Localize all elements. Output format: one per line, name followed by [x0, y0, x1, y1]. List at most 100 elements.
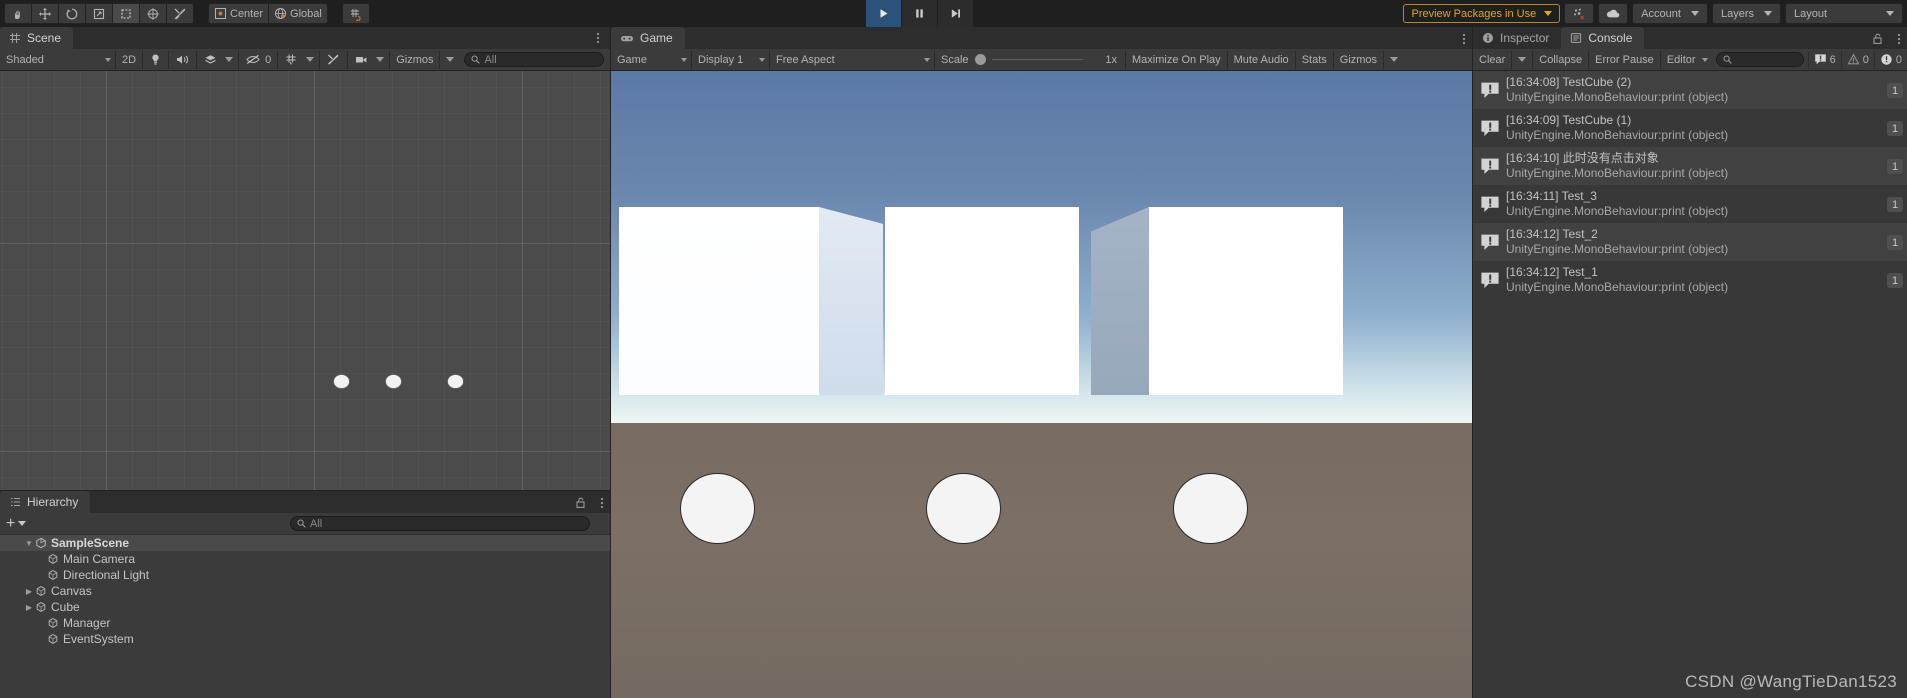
- hierarchy-panel-menu[interactable]: [600, 496, 604, 513]
- pivot-mode-button[interactable]: Center: [208, 3, 270, 24]
- hierarchy-add-button[interactable]: +: [6, 515, 27, 532]
- scene-gizmos-dropdown[interactable]: [439, 50, 460, 69]
- scene-tool-settings-button[interactable]: [319, 50, 347, 69]
- splitter-game-console[interactable]: [1472, 27, 1473, 698]
- console-clear-button[interactable]: Clear: [1473, 51, 1511, 69]
- grid-snapping-button[interactable]: [341, 3, 370, 24]
- game-stats-toggle[interactable]: Stats: [1294, 50, 1333, 69]
- scene-camera-button[interactable]: [347, 50, 371, 69]
- hand-tool-button[interactable]: [4, 3, 32, 24]
- game-aspect-dropdown[interactable]: Free Aspect: [769, 50, 934, 69]
- game-display-dropdown[interactable]: Display 1: [691, 50, 769, 69]
- game-gizmos-toggle[interactable]: Gizmos: [1332, 50, 1383, 69]
- game-circle-button-2[interactable]: [926, 473, 1001, 544]
- scene-object-dot-1[interactable]: [334, 375, 349, 388]
- hierarchy-item-eventsystem[interactable]: EventSystem: [0, 631, 610, 647]
- hierarchy-item-canvas[interactable]: ▶ Canvas: [0, 583, 610, 599]
- chevron-right-icon[interactable]: ▶: [23, 587, 35, 596]
- step-button[interactable]: [938, 0, 974, 27]
- splitter-scene-hierarchy[interactable]: [0, 490, 610, 491]
- tab-game[interactable]: Game: [611, 27, 685, 49]
- scene-draw-mode-dropdown[interactable]: Shaded: [0, 51, 115, 69]
- tab-console[interactable]: Console: [1561, 27, 1645, 49]
- scene-viewport[interactable]: [0, 71, 610, 491]
- scale-tool-button[interactable]: [85, 3, 113, 24]
- hierarchy-item-samplescene[interactable]: ▼ SampleScene: [0, 535, 610, 551]
- scene-panel-menu[interactable]: [596, 31, 600, 48]
- layers-dropdown[interactable]: Layers: [1711, 3, 1781, 24]
- slider-handle[interactable]: [974, 54, 986, 65]
- game-maximize-toggle[interactable]: Maximize On Play: [1125, 50, 1227, 69]
- tab-inspector[interactable]: Inspector: [1473, 27, 1562, 49]
- console-search-input[interactable]: [1715, 52, 1804, 67]
- transform-tool-button[interactable]: [139, 3, 167, 24]
- game-panel-menu[interactable]: [1462, 32, 1466, 49]
- scene-2d-toggle[interactable]: 2D: [115, 50, 142, 69]
- scene-gizmos-button[interactable]: Gizmos: [389, 50, 439, 69]
- console-log-counter[interactable]: 6: [1807, 50, 1841, 69]
- console-lock-button[interactable]: [1872, 32, 1883, 48]
- hierarchy-tree[interactable]: ▼ SampleScene Main Camera Directional Li…: [0, 535, 610, 698]
- hierarchy-lock-button[interactable]: [575, 496, 586, 512]
- account-dropdown[interactable]: Account: [1632, 3, 1708, 24]
- scene-grid-dropdown[interactable]: [301, 51, 319, 69]
- chevron-right-icon[interactable]: ▶: [23, 603, 35, 612]
- console-panel-menu[interactable]: [1897, 32, 1901, 49]
- scene-object-dot-3[interactable]: [448, 375, 463, 388]
- game-mute-toggle[interactable]: Mute Audio: [1226, 50, 1295, 69]
- search-services-button[interactable]: [1564, 3, 1595, 24]
- scene-object-dot-2[interactable]: [386, 375, 401, 388]
- scene-grid-toggle[interactable]: [277, 50, 301, 69]
- console-log-entry[interactable]: [16:34:08] TestCube (2) UnityEngine.Mono…: [1473, 71, 1907, 109]
- console-error-counter[interactable]: 0: [1873, 50, 1907, 69]
- console-log-entry[interactable]: [16:34:12] Test_1 UnityEngine.MonoBehavi…: [1473, 261, 1907, 299]
- game-circle-button-1[interactable]: [680, 473, 755, 544]
- game-viewport[interactable]: [611, 71, 1472, 698]
- console-log-entry[interactable]: [16:34:09] TestCube (1) UnityEngine.Mono…: [1473, 109, 1907, 147]
- scene-fx-dropdown[interactable]: [220, 51, 238, 69]
- hierarchy-item-directional-light[interactable]: Directional Light: [0, 567, 610, 583]
- transform-tools-group: [4, 3, 194, 24]
- layout-dropdown[interactable]: Layout: [1785, 3, 1903, 24]
- hierarchy-item-manager[interactable]: Manager: [0, 615, 610, 631]
- splitter-scene-game[interactable]: [610, 27, 611, 698]
- preview-packages-button[interactable]: Preview Packages in Use: [1403, 4, 1561, 23]
- console-log-list[interactable]: [16:34:08] TestCube (2) UnityEngine.Mono…: [1473, 71, 1907, 698]
- game-gizmos-dropdown[interactable]: [1383, 50, 1404, 69]
- gameobject-icon: [47, 633, 59, 645]
- console-clear-dropdown[interactable]: [1511, 50, 1532, 69]
- snap-group: [341, 3, 370, 24]
- scene-hidden-objects-toggle[interactable]: 0: [238, 50, 277, 69]
- handle-space-button[interactable]: Global: [268, 3, 328, 24]
- console-log-entry[interactable]: [16:34:12] Test_2 UnityEngine.MonoBehavi…: [1473, 223, 1907, 261]
- play-button[interactable]: [866, 0, 902, 27]
- tab-scene[interactable]: Scene: [0, 27, 74, 49]
- rect-tool-button[interactable]: [112, 3, 140, 24]
- scene-search-input[interactable]: All: [464, 52, 604, 67]
- console-editor-dropdown[interactable]: Editor: [1659, 50, 1712, 69]
- console-collapse-toggle[interactable]: Collapse: [1532, 50, 1588, 69]
- hierarchy-search-input[interactable]: All: [290, 516, 590, 531]
- game-mode-label: Game: [617, 53, 647, 66]
- console-log-entry[interactable]: [16:34:10] 此时没有点击对象 UnityEngine.MonoBeha…: [1473, 147, 1907, 185]
- console-log-entry[interactable]: [16:34:11] Test_3 UnityEngine.MonoBehavi…: [1473, 185, 1907, 223]
- game-circle-button-3[interactable]: [1173, 473, 1248, 544]
- console-error-pause-toggle[interactable]: Error Pause: [1588, 50, 1660, 69]
- scene-camera-dropdown[interactable]: [371, 51, 389, 69]
- rotate-tool-button[interactable]: [58, 3, 86, 24]
- transform-icon: [147, 7, 159, 20]
- scene-audio-toggle[interactable]: [168, 50, 196, 69]
- hierarchy-item-cube[interactable]: ▶ Cube: [0, 599, 610, 615]
- cloud-button[interactable]: [1598, 3, 1629, 24]
- pause-button[interactable]: [902, 0, 938, 27]
- console-warning-counter[interactable]: 0: [1840, 50, 1874, 69]
- custom-tool-button[interactable]: [166, 3, 194, 24]
- hierarchy-item-main-camera[interactable]: Main Camera: [0, 551, 610, 567]
- chevron-down-icon[interactable]: ▼: [23, 539, 35, 548]
- move-tool-button[interactable]: [31, 3, 59, 24]
- scene-lighting-toggle[interactable]: [142, 50, 168, 69]
- scene-fx-toggle[interactable]: [196, 50, 220, 69]
- game-mode-dropdown[interactable]: Game: [611, 51, 691, 69]
- game-scale-slider[interactable]: Scale: [934, 50, 1089, 69]
- tab-hierarchy[interactable]: Hierarchy: [0, 491, 91, 513]
